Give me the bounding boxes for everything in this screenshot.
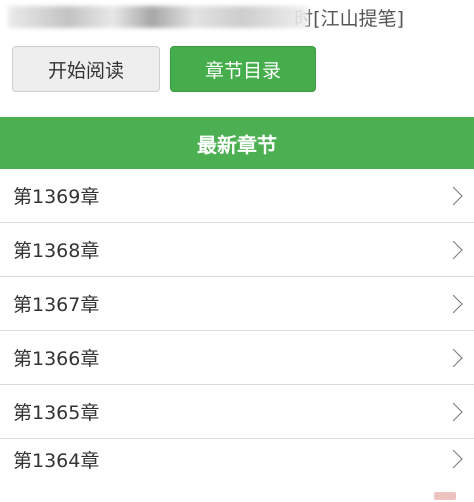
- chevron-right-icon: [444, 348, 463, 367]
- chapter-row[interactable]: 第1364章: [0, 439, 474, 479]
- chapter-row[interactable]: 第1365章: [0, 385, 474, 439]
- chapter-label: 第1369章: [13, 186, 100, 208]
- corner-badge: [434, 492, 456, 500]
- chapter-row[interactable]: 第1368章: [0, 223, 474, 277]
- chapter-label: 第1366章: [13, 348, 100, 370]
- chevron-right-icon: [444, 402, 463, 421]
- chevron-right-icon: [444, 240, 463, 259]
- chevron-right-icon: [444, 294, 463, 313]
- chapter-label: 第1364章: [13, 449, 100, 472]
- obscured-title-region: [8, 6, 308, 28]
- chevron-right-icon: [444, 186, 463, 205]
- latest-chapters-header: 最新章节: [0, 117, 474, 169]
- chapter-list: 第1369章 第1368章 第1367章 第1366章 第1365章 第1364…: [0, 169, 474, 479]
- chapter-label: 第1365章: [13, 402, 100, 424]
- start-reading-button[interactable]: 开始阅读: [12, 46, 160, 92]
- chapter-catalog-button[interactable]: 章节目录: [170, 46, 316, 92]
- chapter-row[interactable]: 第1369章: [0, 169, 474, 223]
- book-title-suffix: 时[江山提笔]: [294, 7, 404, 30]
- chapter-label: 第1368章: [13, 240, 100, 262]
- book-title-bar: 时[江山提笔]: [0, 0, 474, 34]
- chevron-right-icon: [444, 449, 463, 469]
- page: 时[江山提笔] 开始阅读 章节目录 最新章节 第1369章 第1368章 第13…: [0, 0, 474, 502]
- chapter-row[interactable]: 第1367章: [0, 277, 474, 331]
- chapter-label: 第1367章: [13, 294, 100, 316]
- chapter-row[interactable]: 第1366章: [0, 331, 474, 385]
